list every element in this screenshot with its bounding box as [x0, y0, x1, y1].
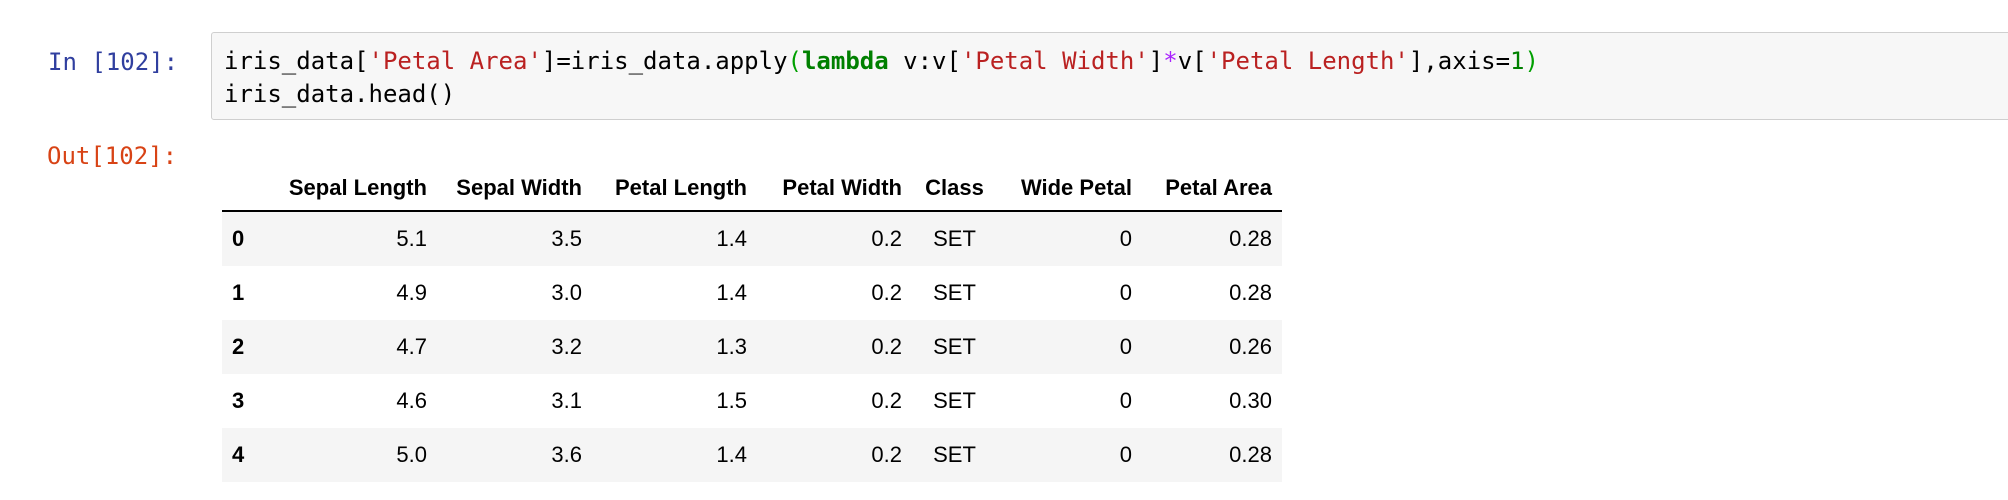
column-header: Class	[912, 166, 997, 212]
table-cell: 0.28	[1229, 226, 1272, 251]
code-token: ]=iris_data.apply	[541, 47, 788, 75]
table-cell: SET	[933, 226, 976, 251]
row-index: 4	[232, 442, 245, 467]
table-cell: 0	[1119, 334, 1132, 359]
table-cell: 1.4	[716, 442, 747, 467]
table-row: 4 5.0 3.6 1.4 0.2 SET 0 0.28	[222, 428, 1282, 482]
table-cell: 1.4	[716, 280, 747, 305]
table-cell: 4.7	[396, 334, 427, 359]
table-row: 2 4.7 3.2 1.3 0.2 SET 0 0.26	[222, 320, 1282, 374]
code-string: 'Petal Area'	[368, 47, 542, 75]
table-row: 1 4.9 3.0 1.4 0.2 SET 0 0.28	[222, 266, 1282, 320]
code-paren: (	[787, 47, 802, 75]
index-header	[222, 166, 272, 212]
column-header: Sepal Width	[437, 166, 592, 212]
code-number: 1	[1510, 47, 1525, 75]
table-cell: 0.2	[871, 442, 902, 467]
column-header: Petal Width	[757, 166, 912, 212]
output-prompt: Out[102]:	[47, 142, 178, 170]
dataframe-table: Sepal Length Sepal Width Petal Length Pe…	[222, 166, 1282, 482]
input-prompt: In [102]:	[48, 48, 179, 76]
code-token: v:v[	[888, 47, 961, 75]
table-cell: 0	[1119, 226, 1132, 251]
input-cell[interactable]: In [102]: iris_data['Petal Area']=iris_d…	[0, 28, 2008, 124]
table-cell: SET	[933, 442, 976, 467]
column-header: Petal Length	[592, 166, 757, 212]
table-cell: 1.5	[716, 388, 747, 413]
code-keyword: lambda	[801, 47, 889, 75]
table-cell: 0.26	[1229, 334, 1272, 359]
code-line-2[interactable]: iris_data.head()	[224, 80, 455, 108]
row-index: 1	[232, 280, 245, 305]
code-string: 'Petal Width'	[960, 47, 1149, 75]
table-cell: 3.5	[551, 226, 582, 251]
table-cell: SET	[933, 388, 976, 413]
code-token: v[	[1177, 47, 1207, 75]
code-line-1[interactable]: iris_data['Petal Area']=iris_data.apply(…	[224, 47, 1539, 75]
table-cell: 0.2	[871, 280, 902, 305]
table-cell: 0.28	[1229, 280, 1272, 305]
table-cell: 4.6	[396, 388, 427, 413]
table-cell: SET	[933, 334, 976, 359]
column-header: Sepal Length	[272, 166, 437, 212]
table-header-row: Sepal Length Sepal Width Petal Length Pe…	[222, 166, 1282, 212]
code-editor[interactable]: iris_data['Petal Area']=iris_data.apply(…	[211, 32, 2008, 120]
code-token: ],axis=	[1408, 47, 1511, 75]
table-cell: 0	[1119, 280, 1132, 305]
table-cell: 0	[1119, 442, 1132, 467]
table-row: 3 4.6 3.1 1.5 0.2 SET 0 0.30	[222, 374, 1282, 428]
code-operator: *	[1163, 47, 1178, 75]
column-header: Petal Area	[1142, 166, 1282, 212]
table-cell: 3.1	[551, 388, 582, 413]
table-cell: 3.2	[551, 334, 582, 359]
table-cell: 5.0	[396, 442, 427, 467]
table-cell: 3.0	[551, 280, 582, 305]
table-row: 0 5.1 3.5 1.4 0.2 SET 0 0.28	[222, 211, 1282, 266]
table-cell: SET	[933, 280, 976, 305]
row-index: 0	[232, 226, 245, 251]
output-cell: Out[102]: Sepal Length Sepal Width Petal…	[0, 132, 2008, 500]
table-cell: 3.6	[551, 442, 582, 467]
table-cell: 1.4	[716, 226, 747, 251]
table-cell: 4.9	[396, 280, 427, 305]
table-cell: 1.3	[716, 334, 747, 359]
table-cell: 0.2	[871, 388, 902, 413]
code-token: iris_data[	[224, 47, 369, 75]
code-token: ]	[1148, 47, 1164, 75]
code-paren: )	[1524, 47, 1539, 75]
table-cell: 0.28	[1229, 442, 1272, 467]
table-cell: 0	[1119, 388, 1132, 413]
table-cell: 0.2	[871, 226, 902, 251]
table-cell: 0.30	[1229, 388, 1272, 413]
table-cell: 5.1	[396, 226, 427, 251]
row-index: 3	[232, 388, 245, 413]
row-index: 2	[232, 334, 245, 359]
table-cell: 0.2	[871, 334, 902, 359]
code-string: 'Petal Length'	[1206, 47, 1409, 75]
column-header: Wide Petal	[997, 166, 1142, 212]
